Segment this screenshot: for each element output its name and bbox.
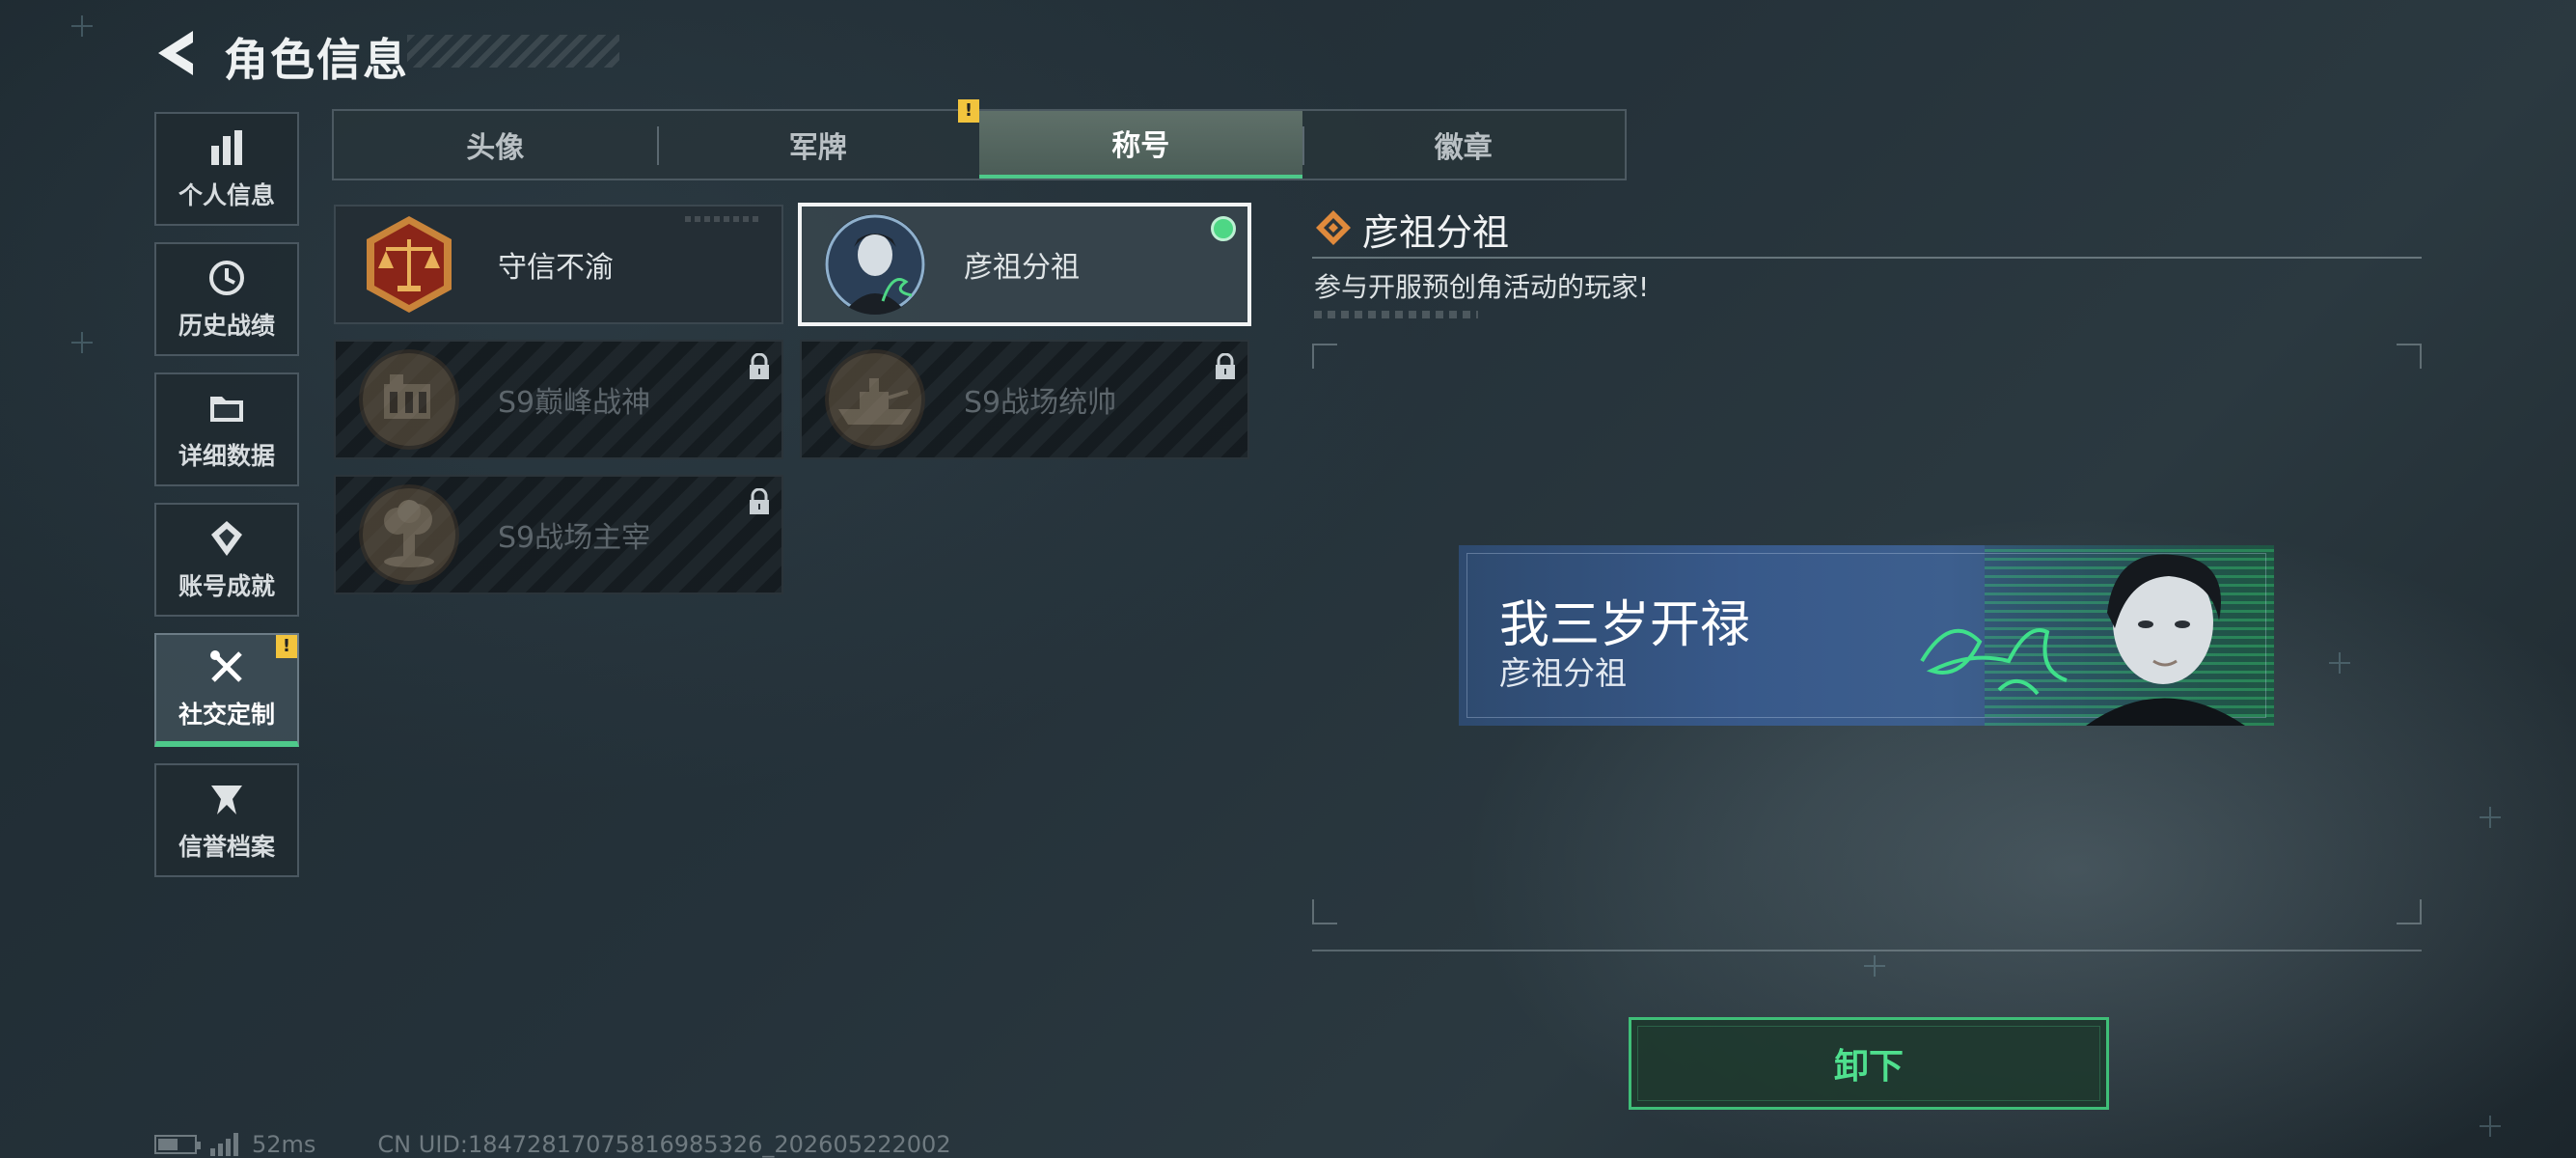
battery-level: [158, 1139, 178, 1150]
preview-frame-corner: [2397, 899, 2422, 924]
title-card-label: S9巅峰战神: [498, 386, 651, 420]
title-card-locked[interactable]: S9巅峰战神: [334, 340, 783, 459]
divider: [1312, 257, 2422, 259]
decor-crosshair: [2480, 1116, 2501, 1137]
title-category-tabs: 头像 军牌 ! 称号 徽章: [332, 99, 1627, 180]
explosion-medal-icon: [359, 484, 459, 585]
scales-medal-icon: [359, 214, 459, 315]
alert-badge: !: [276, 635, 297, 658]
unequip-button[interactable]: 卸下: [1629, 1017, 2109, 1110]
preview-frame-corner: [1312, 899, 1337, 924]
lock-icon: [747, 352, 772, 380]
portrait-icon: [2086, 554, 2245, 726]
decor-crosshair: [2480, 807, 2501, 828]
banner-title: 我三岁开禄: [1499, 596, 1751, 654]
equipped-indicator: [1211, 216, 1236, 241]
tab-label: 军牌: [788, 131, 847, 165]
signal-icon: [210, 1133, 238, 1156]
title-banner-preview: 我三岁开禄 彦祖分祖: [1459, 545, 2274, 726]
tab-title[interactable]: 称号: [979, 111, 1302, 179]
decor-crosshair: [71, 15, 93, 37]
sidebar-item-label: 信誉档案: [178, 833, 275, 861]
title-card-label: 守信不渝: [498, 251, 614, 285]
sidebar-item-detailed-data[interactable]: 详细数据: [154, 372, 299, 486]
latency-value: 52ms: [252, 1131, 316, 1158]
lock-icon: [1213, 352, 1238, 380]
warship-medal-icon: [825, 349, 925, 450]
sidebar-item-label: 社交定制: [178, 701, 275, 729]
back-arrow-icon: [158, 31, 193, 75]
preview-frame-corner: [1312, 344, 1337, 369]
title-diamond-icon: [1314, 208, 1353, 247]
card-decor: [685, 216, 762, 222]
lock-icon: [747, 487, 772, 515]
preview-frame-corner: [2397, 344, 2422, 369]
title-card[interactable]: 守信不渝: [334, 205, 783, 324]
sidebar-item-label: 个人信息: [178, 181, 275, 209]
back-button[interactable]: [154, 29, 197, 77]
title-card-locked[interactable]: S9战场统帅: [800, 340, 1249, 459]
sidebar-item-reputation[interactable]: 信誉档案: [154, 763, 299, 877]
title-card-label: S9战场统帅: [964, 386, 1117, 420]
decor-crosshair: [71, 332, 93, 353]
sidebar-item-achievements[interactable]: 账号成就: [154, 503, 299, 617]
banner-subtitle: 彦祖分祖: [1499, 654, 1627, 692]
sidebar-item-personal-info[interactable]: 个人信息: [154, 112, 299, 226]
title-card-locked[interactable]: S9战场主宰: [334, 475, 783, 594]
tab-dog-tag[interactable]: 军牌 !: [656, 99, 979, 179]
reputation-icon: [206, 778, 248, 820]
title-card-selected[interactable]: 彦祖分祖: [798, 203, 1251, 326]
divider: [1312, 950, 2422, 951]
sidebar-item-label: 详细数据: [178, 442, 275, 470]
title-card-label: S9战场主宰: [498, 521, 651, 555]
alert-badge: !: [958, 99, 979, 123]
sidebar-item-history[interactable]: 历史战绩: [154, 242, 299, 356]
decor-crosshair: [1864, 955, 1885, 977]
sidebar-item-social-custom[interactable]: 社交定制 !: [154, 633, 299, 747]
detail-description: 参与开服预创角活动的玩家!: [1314, 271, 1650, 303]
detail-title-name: 彦祖分祖: [1362, 211, 1510, 254]
achievement-icon: [206, 517, 248, 560]
tools-icon: [206, 646, 248, 688]
description-decor: [1314, 311, 1478, 318]
status-bar: 52ms CN UID:18472817075816985326_2026052…: [154, 1131, 951, 1158]
title-decor-stripe: [407, 35, 619, 68]
bar-chart-icon: [206, 126, 248, 169]
title-card-label: 彦祖分祖: [964, 251, 1080, 285]
page-title: 角色信息: [224, 34, 409, 86]
sidebar-item-label: 历史战绩: [178, 312, 275, 340]
folder-icon: [206, 387, 248, 429]
battery-icon: [154, 1135, 201, 1154]
tab-avatar[interactable]: 头像: [334, 111, 657, 179]
tab-badge[interactable]: 徽章: [1302, 111, 1626, 179]
history-clock-icon: [206, 257, 248, 299]
portrait-medal-icon: [825, 214, 925, 315]
sidebar-item-label: 账号成就: [178, 572, 275, 600]
building-medal-icon: [359, 349, 459, 450]
decor-crosshair: [2329, 652, 2350, 674]
user-uid: CN UID:18472817075816985326_202605222002: [377, 1131, 951, 1158]
